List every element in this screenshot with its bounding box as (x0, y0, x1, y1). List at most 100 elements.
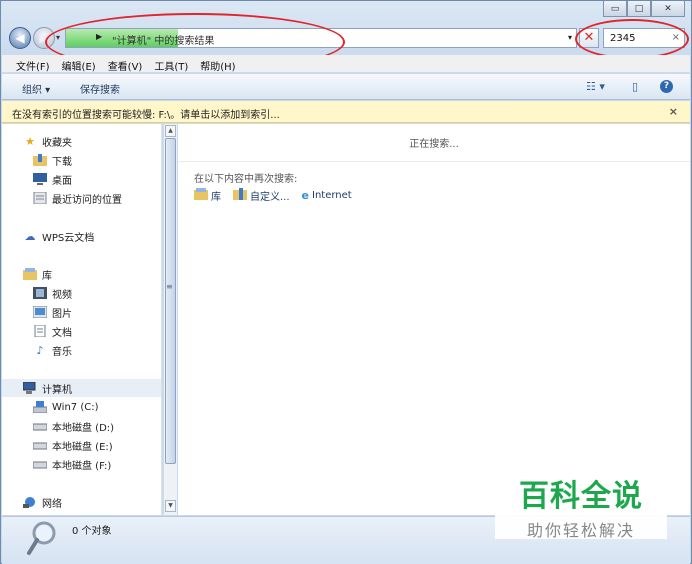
help-icon[interactable]: ? (660, 80, 673, 93)
nav-drive-c[interactable]: Win7 (C:) (2, 398, 161, 416)
nav-label: 本地磁盘 (D:) (52, 422, 115, 434)
address-bar[interactable]: ▶ "计算机" 中的搜索结果 ▾ (65, 28, 577, 48)
caption-buttons: ▭ □ ✕ (603, 1, 685, 17)
address-path: "计算机" 中的搜索结果 (112, 36, 215, 47)
search-value: 2345 (610, 33, 636, 44)
system-drive-icon (32, 400, 48, 414)
command-bar: 组织 ▾ 保存搜索 ☷ ▾ ▯ ? (2, 74, 690, 100)
computer-icon (22, 381, 38, 395)
nav-label: 音乐 (52, 346, 72, 358)
scroll-up-arrow-icon[interactable]: ▲ (165, 125, 176, 137)
breadcrumb-arrow-icon[interactable]: ▶ (96, 32, 102, 41)
search-again-label-text: Internet (312, 190, 352, 201)
address-row: ◀ ▶ ▾ ▶ "计算机" 中的搜索结果 ▾ ✕ 2345 × (9, 27, 685, 51)
search-again-custom[interactable]: 自定义... (233, 188, 290, 203)
nav-label: Win7 (C:) (52, 401, 99, 413)
nav-computer[interactable]: 计算机 (2, 379, 161, 397)
close-button[interactable]: ✕ (651, 1, 685, 17)
star-icon: ★ (25, 134, 35, 148)
nav-label: 下载 (52, 156, 72, 168)
searching-status: 正在搜索... (178, 124, 690, 162)
back-arrow-icon: ◀ (15, 31, 25, 45)
library-icon (194, 188, 208, 203)
nav-wps-cloud[interactable]: ☁ WPS云文档 (2, 227, 161, 245)
watermark-title: 百科全说 (519, 479, 643, 514)
cloud-icon: ☁ (24, 229, 36, 243)
search-again-label-text: 自定义... (250, 192, 290, 203)
nav-downloads[interactable]: 下载 (2, 151, 161, 169)
music-library-icon: ♪ (36, 343, 44, 357)
nav-music[interactable]: ♪ 音乐 (2, 341, 161, 359)
nav-network[interactable]: 网络 (2, 493, 161, 511)
pictures-library-icon (32, 305, 48, 319)
local-disk-icon (32, 419, 48, 433)
nav-drive-e[interactable]: 本地磁盘 (E:) (2, 436, 161, 454)
menu-bar: 文件(F) 编辑(E) 查看(V) 工具(T) 帮助(H) (2, 55, 690, 73)
back-button[interactable]: ◀ (9, 27, 31, 49)
library-icon (22, 267, 38, 281)
organize-button[interactable]: 组织 ▾ (22, 81, 50, 96)
info-bar-text: 在没有索引的位置搜索可能较慢: F:\。请单击以添加到索引... (12, 110, 280, 121)
nav-label: WPS云文档 (42, 232, 95, 244)
nav-label: 桌面 (52, 175, 72, 187)
search-again-options: 库 自定义... e Internet (194, 188, 352, 203)
nav-desktop[interactable]: 桌面 (2, 170, 161, 188)
magnifier-icon (27, 521, 56, 555)
local-disk-icon (32, 457, 48, 471)
downloads-folder-icon (32, 153, 48, 167)
documents-library-icon (32, 324, 48, 338)
nav-label: 本地磁盘 (F:) (52, 460, 112, 472)
nav-label: 文档 (52, 327, 72, 339)
search-again-internet[interactable]: e Internet (302, 189, 352, 202)
menu-edit[interactable]: 编辑(E) (56, 55, 102, 73)
save-search-button[interactable]: 保存搜索 (80, 81, 120, 96)
nav-documents[interactable]: 文档 (2, 322, 161, 340)
desktop-icon (32, 172, 48, 186)
custom-folder-icon (233, 188, 247, 203)
explorer-window: ▭ □ ✕ ◀ ▶ ▾ ▶ "计算机" 中的搜索结果 ▾ ✕ 2345 × 文件… (0, 0, 692, 564)
search-clear-icon[interactable]: × (672, 32, 680, 43)
nav-pictures[interactable]: 图片 (2, 303, 161, 321)
scroll-thumb[interactable] (165, 138, 176, 464)
nav-label: 库 (42, 270, 52, 282)
nav-label: 视频 (52, 289, 72, 301)
nav-pane-scrollbar[interactable]: ▲ ≡ ▼ (163, 124, 177, 515)
video-library-icon (32, 286, 48, 300)
minimize-button[interactable]: ▭ (603, 1, 627, 17)
menu-help[interactable]: 帮助(H) (194, 55, 241, 73)
local-disk-icon (32, 438, 48, 452)
nav-favorites[interactable]: ★ 收藏夹 (2, 132, 161, 150)
network-icon (22, 495, 38, 509)
nav-recent-places[interactable]: 最近访问的位置 (2, 189, 161, 207)
search-again-label: 在以下内容中再次搜索: (194, 174, 298, 185)
forward-arrow-icon: ▶ (39, 31, 49, 45)
internet-explorer-icon: e (301, 189, 310, 202)
nav-videos[interactable]: 视频 (2, 284, 161, 302)
item-count: 0 个对象 (72, 526, 112, 537)
stop-search-button[interactable]: ✕ (579, 28, 599, 48)
nav-label: 网络 (42, 498, 62, 510)
nav-library[interactable]: 库 (2, 265, 161, 283)
change-view-icon[interactable]: ☷ ▾ (586, 80, 605, 93)
info-bar-close-icon[interactable]: × (669, 105, 678, 118)
menu-tools[interactable]: 工具(T) (148, 55, 194, 73)
menu-view[interactable]: 查看(V) (102, 55, 149, 73)
recent-places-icon (32, 191, 48, 205)
search-again-library[interactable]: 库 (194, 188, 221, 203)
nav-drive-d[interactable]: 本地磁盘 (D:) (2, 417, 161, 435)
nav-label: 图片 (52, 308, 72, 320)
index-info-bar[interactable]: 在没有索引的位置搜索可能较慢: F:\。请单击以添加到索引... × (2, 101, 690, 123)
menu-file[interactable]: 文件(F) (10, 55, 56, 73)
recent-pages-dropdown[interactable]: ▾ (56, 33, 60, 42)
scroll-down-arrow-icon[interactable]: ▼ (165, 500, 176, 512)
nav-label: 计算机 (42, 384, 72, 396)
preview-pane-icon[interactable]: ▯ (632, 80, 638, 93)
searching-text: 正在搜索... (409, 139, 459, 150)
watermark-logo: 百科全说 助你轻松解决 (495, 457, 667, 540)
forward-button[interactable]: ▶ (33, 27, 55, 49)
maximize-button[interactable]: □ (627, 1, 651, 17)
search-input[interactable]: 2345 × (603, 28, 685, 48)
address-dropdown-icon[interactable]: ▾ (568, 33, 572, 42)
nav-drive-f[interactable]: 本地磁盘 (F:) (2, 455, 161, 473)
scroll-grip-icon: ≡ (166, 282, 173, 291)
